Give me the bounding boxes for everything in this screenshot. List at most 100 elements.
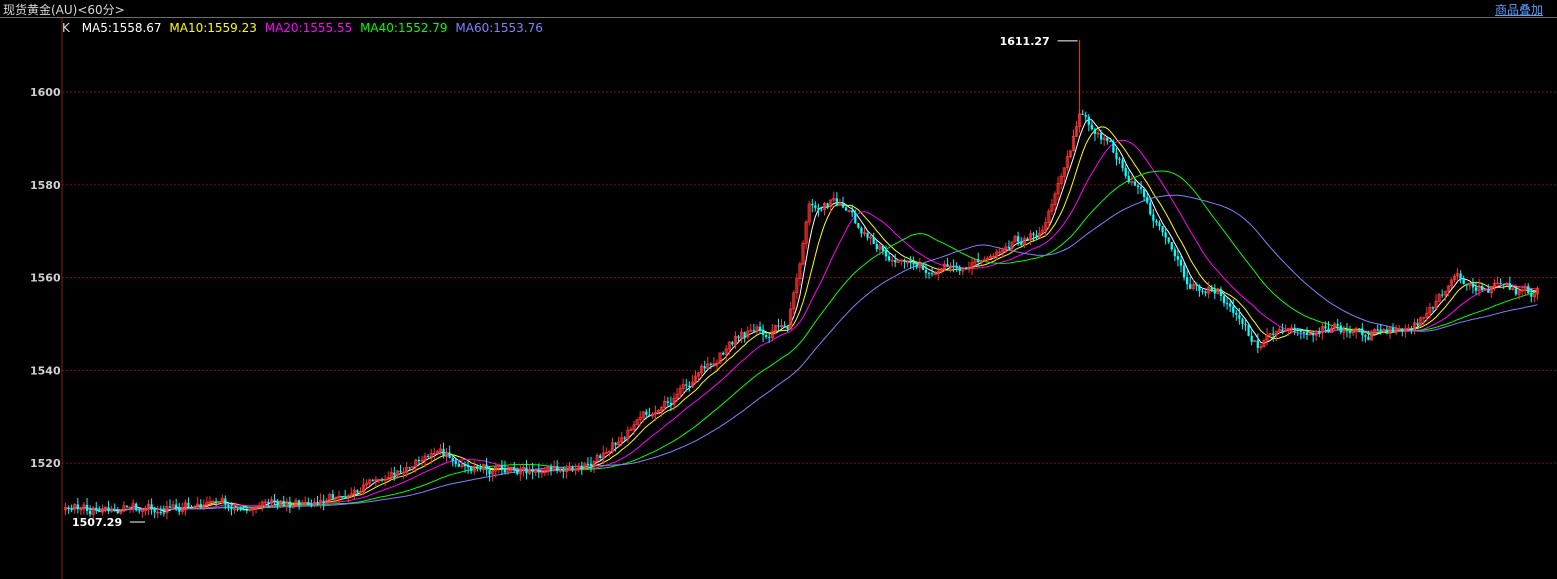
candle-body-down	[1213, 289, 1216, 294]
candle-body-down	[531, 469, 534, 473]
candle-body-down	[1410, 328, 1413, 331]
overlay-button[interactable]: 商品叠加	[1495, 1, 1543, 18]
candle-body-down	[1391, 327, 1395, 333]
candle-body-down	[958, 267, 961, 271]
candle-body-down	[393, 472, 396, 476]
candle-body-down	[1106, 137, 1109, 142]
candle-body-down	[1035, 234, 1038, 238]
candle-body-down	[1238, 314, 1241, 319]
candle-body-down	[1127, 176, 1130, 183]
candle-body-down	[1385, 329, 1389, 334]
candle-body-down	[245, 509, 248, 511]
candle-body-down	[688, 385, 691, 387]
candle-body-down	[1189, 284, 1192, 289]
candle-body-down	[1244, 323, 1247, 325]
candle-body-down	[648, 414, 651, 417]
candle-body-down	[765, 334, 768, 338]
candle-body-down	[1302, 332, 1306, 334]
candle-body-down	[1121, 159, 1124, 168]
candle-body-down	[135, 503, 138, 511]
candle-body-down	[811, 203, 814, 206]
candle-body-down	[1241, 318, 1244, 324]
candle-body-down	[1247, 324, 1250, 336]
candle-body-down	[1281, 329, 1284, 332]
candle-body-down	[457, 463, 461, 467]
candle-body-down	[786, 326, 789, 330]
candle-body-down	[463, 464, 467, 467]
candle-body-down	[125, 505, 129, 507]
candle-body-down	[236, 508, 239, 510]
candle-body-down	[162, 512, 166, 514]
candle-body-down	[614, 442, 617, 445]
candle-body-down	[1441, 294, 1444, 296]
candle-body-down	[1087, 116, 1090, 125]
candle-body-down	[887, 256, 891, 261]
candle-body-down	[1198, 285, 1201, 291]
candle-body-down	[1219, 288, 1223, 297]
candle-body-down	[1084, 114, 1087, 117]
candle-body-down	[168, 506, 172, 508]
candle-body-down	[685, 384, 688, 386]
candle-body-down	[835, 198, 838, 205]
candle-body-down	[1431, 307, 1435, 309]
candle-body-down	[227, 504, 230, 507]
candle-body-down	[854, 212, 857, 224]
candle-body-down	[826, 203, 829, 207]
candle-body-down	[599, 455, 602, 458]
candle-body-down	[752, 330, 756, 332]
candle-body-down	[113, 510, 116, 512]
candle-body-down	[580, 465, 583, 469]
candle-body-down	[1364, 335, 1367, 337]
candle-body-down	[1530, 293, 1533, 297]
candle-body-down	[371, 479, 374, 481]
candle-body-down	[768, 337, 771, 339]
candle-body-down	[709, 363, 712, 365]
candle-body-down	[1115, 152, 1118, 159]
candle-body-down	[1186, 277, 1189, 285]
candle-body-down	[924, 269, 928, 273]
candle-body-down	[98, 510, 101, 513]
candle-body-down	[737, 336, 740, 339]
candle-body-down	[356, 490, 359, 493]
candle-body-down	[310, 504, 313, 506]
candle-body-down	[537, 470, 540, 473]
candle-body-down	[1179, 259, 1183, 266]
candle-body-down	[860, 227, 863, 234]
candle-body-down	[556, 466, 559, 471]
candle-body-down	[1158, 222, 1161, 227]
candle-body-down	[1146, 197, 1149, 203]
candle-body-down	[1195, 284, 1198, 286]
candles	[64, 109, 1539, 520]
candle-body-down	[273, 499, 276, 501]
candle-body-down	[1293, 327, 1296, 329]
candle-body-down	[881, 245, 885, 251]
candle-body-down	[1109, 141, 1112, 143]
candle-body-down	[1305, 332, 1309, 335]
candle-body-down	[479, 467, 482, 470]
candle-body-down	[872, 237, 875, 245]
annotations: 1611.27 1507.29	[72, 35, 1081, 529]
candle-body-down	[500, 465, 504, 468]
candle-body-down	[964, 268, 968, 270]
candlestick-chart[interactable]: 1520 1540 1560 1580 1600 1611.27 1507.29	[0, 18, 1557, 579]
candle-body-down	[841, 203, 845, 208]
candle-body-down	[722, 352, 725, 355]
candle-body-down	[399, 470, 402, 473]
candle-body-down	[884, 250, 888, 257]
candle-body-down	[427, 456, 430, 458]
candle-body-down	[282, 501, 285, 506]
candle-body-down	[224, 498, 227, 505]
candle-body-down	[1462, 279, 1465, 285]
candle-body-down	[783, 325, 786, 327]
candle-body-down	[844, 207, 848, 211]
candle-body-down	[190, 506, 193, 508]
candle-body-down	[1090, 124, 1094, 130]
candle-body-down	[1527, 286, 1530, 294]
candle-body-down	[930, 273, 934, 275]
candle-body-down	[1471, 283, 1475, 288]
candle-body-down	[820, 209, 823, 211]
candle-body-down	[67, 507, 70, 510]
candle-body-down	[1361, 328, 1364, 336]
candle-body-down	[316, 502, 319, 504]
ma-line-ma60	[65, 194, 1538, 511]
